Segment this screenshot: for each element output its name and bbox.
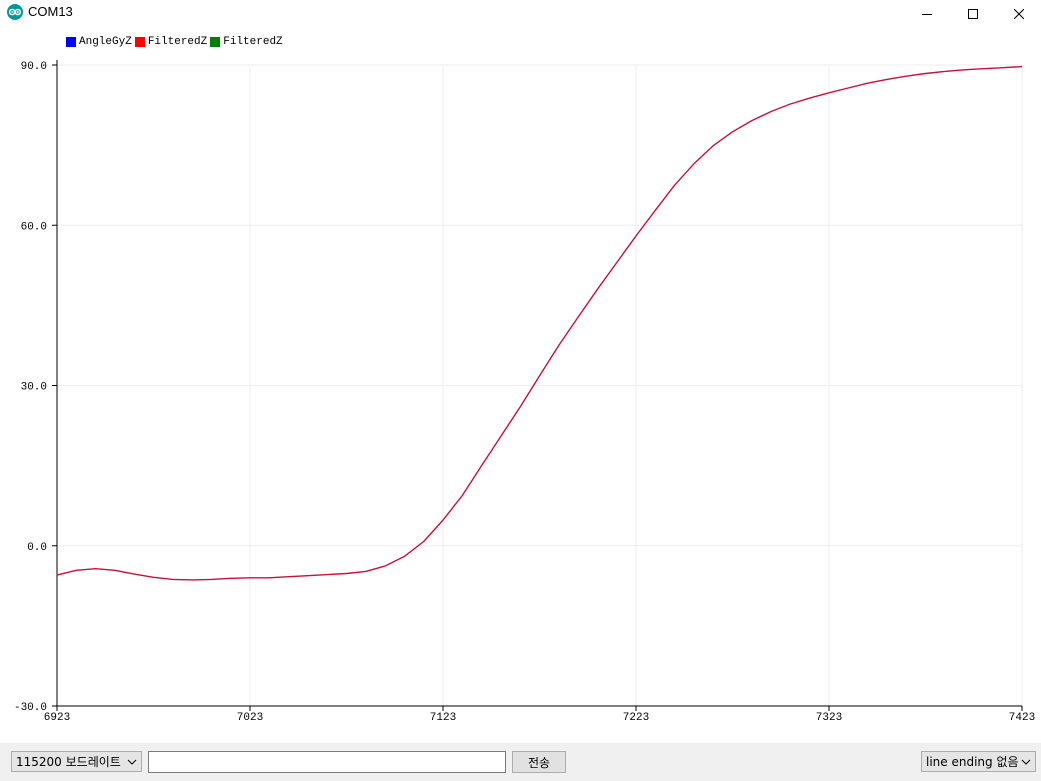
send-button[interactable]: 전송	[512, 751, 566, 773]
y-tick-label: 60.0	[21, 221, 47, 233]
y-tick-label: 30.0	[21, 382, 47, 394]
y-tick-label: -30.0	[14, 702, 47, 714]
y-tick-label: 90.0	[21, 61, 47, 73]
x-tick-label: 7223	[623, 712, 649, 724]
send-input[interactable]	[148, 751, 506, 773]
line-ending-value: line ending 없음	[926, 755, 1019, 769]
baud-rate-select[interactable]: 115200 보드레이트	[11, 751, 142, 772]
chevron-down-icon	[1021, 756, 1031, 770]
bottom-toolbar: 115200 보드레이트 전송 line ending 없음	[0, 743, 1041, 781]
chevron-down-icon	[127, 756, 137, 770]
serial-plot: 6923 7023 7123 7223 7323 7423 90.0 60.0 30.0 0.0 -…	[14, 60, 1035, 724]
baud-rate-value: 115200 보드레이트	[16, 755, 121, 769]
x-tick-label: 7323	[816, 712, 842, 724]
y-tick-label: 0.0	[27, 542, 47, 554]
x-tick-label: 6923	[44, 712, 70, 724]
line-ending-select[interactable]: line ending 없음	[921, 751, 1036, 772]
x-tick-label: 7123	[430, 712, 456, 724]
x-tick-label: 7423	[1009, 712, 1035, 724]
x-tick-label: 7023	[237, 712, 263, 724]
series-line	[56, 65, 1023, 581]
